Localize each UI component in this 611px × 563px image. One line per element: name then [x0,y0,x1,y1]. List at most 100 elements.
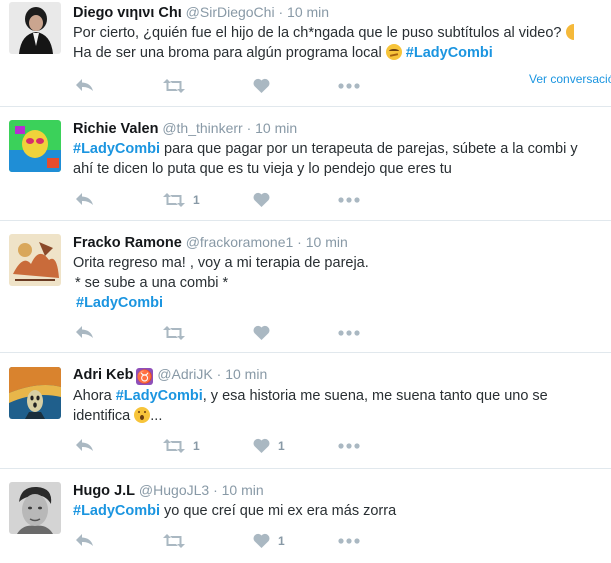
user-handle[interactable]: @HugoJL3 [139,482,209,498]
tweet[interactable]: Richie Valen @th_thinkerr · 10 min #Lady… [0,107,611,221]
tweet-text-line: Por cierto, ¿quién fue el hijo de la ch*… [73,23,611,43]
tweet-actions [75,76,395,96]
time-separator: · [213,482,218,498]
like-button[interactable] [253,190,278,210]
text-segment: ... [150,408,163,424]
tweet-text-line: identifica ... [73,406,611,426]
like-button[interactable]: 1 [253,531,285,551]
text-segment: yo que creí que mi ex era más zorra [160,503,397,519]
reply-icon [76,79,93,91]
retweet-button[interactable] [163,531,193,551]
text-segment: para que pagar por un terapeuta de parej… [160,141,578,157]
reply-button[interactable] [75,531,94,551]
like-button[interactable] [253,323,278,343]
more-button[interactable] [338,531,360,551]
retweet-button[interactable]: 1 [163,436,200,456]
time-separator: · [246,120,252,136]
user-handle[interactable]: @frackoramone1 [186,234,294,250]
timestamp[interactable]: 10 min [306,234,348,250]
reply-button[interactable] [75,436,94,456]
thinking-emoji-icon [385,44,402,60]
like-button[interactable]: 1 [253,436,285,456]
tweet-actions: 1 [75,190,395,210]
user-handle[interactable]: @AdriJK [157,366,212,382]
tweet[interactable]: Diego vιηινι Chι @SirDiegoChi · 10 min P… [0,0,611,107]
tweet-header: Adri Keb ♉ @AdriJK · 10 min [73,365,611,385]
more-button[interactable] [338,76,360,96]
avatar[interactable] [9,367,61,419]
tweet-header: Hugo J.L @HugoJL3 · 10 min [73,481,611,500]
timestamp[interactable]: 10 min [225,366,267,382]
hashtag-link[interactable]: #LadyCombi [73,503,160,519]
heart-icon [253,325,270,340]
hashtag-link[interactable]: #LadyCombi [406,45,493,61]
heart-icon [253,438,270,453]
tweet-actions [75,323,395,343]
more-icon [338,83,360,89]
reply-icon [76,193,93,205]
text-segment: Ahora [73,388,116,404]
retweet-icon [163,193,185,207]
more-button[interactable] [338,436,360,456]
retweet-button[interactable] [163,323,193,343]
more-button[interactable] [338,323,360,343]
tweet-text: Ahora #LadyCombi, y esa historia me suen… [73,386,611,426]
timestamp[interactable]: 10 min [255,120,297,136]
avatar[interactable] [9,234,61,286]
user-fullname[interactable]: Diego vιηινι Chι [73,5,182,21]
tweet-actions: 1 [75,531,395,551]
retweet-button[interactable]: 1 [163,190,200,210]
more-icon [338,538,360,544]
tweet-text-line: Ahora #LadyCombi, y esa historia me suen… [73,386,611,406]
heart-icon [253,78,270,93]
timestamp[interactable]: 10 min [287,4,329,20]
text-segment: Ha de ser una broma para algún programa … [73,45,382,61]
time-separator: · [297,234,302,250]
tweet-text-line: Orita regreso ma! , voy a mi terapia de … [73,255,369,271]
tweet-header: Richie Valen @th_thinkerr · 10 min [73,119,611,138]
reply-icon [76,439,93,451]
text-segment: , y esa historia me suena, me suena tant… [202,388,548,404]
user-handle[interactable]: @SirDiegoChi [186,4,275,20]
avatar[interactable] [9,482,61,534]
retweet-count: 1 [193,439,200,453]
surprised-emoji-icon [134,407,151,423]
like-count: 1 [278,439,285,453]
like-count: 1 [278,534,285,548]
avatar[interactable] [9,2,61,54]
reply-button[interactable] [75,76,94,96]
hashtag-link[interactable]: #LadyCombi [76,295,163,311]
tweet-text-line: #LadyCombi [73,293,611,313]
text-segment: identifica [73,408,131,424]
more-icon [338,330,360,336]
view-conversation-link[interactable]: Ver conversación [529,72,611,86]
reply-button[interactable] [75,190,94,210]
user-fullname[interactable]: Hugo J.L [73,483,135,499]
reply-icon [76,326,93,338]
hashtag-link[interactable]: #LadyCombi [73,141,160,157]
user-fullname[interactable]: Fracko Ramone [73,235,182,251]
tweet-text: #LadyCombi yo que creí que mi ex era más… [73,501,611,521]
more-button[interactable] [338,190,360,210]
reply-button[interactable] [75,323,94,343]
retweet-button[interactable] [163,76,193,96]
hashtag-link[interactable]: #LadyCombi [116,388,203,404]
avatar[interactable] [9,120,61,172]
user-handle[interactable]: @th_thinkerr [162,120,242,136]
like-button[interactable] [253,76,278,96]
tweet-text-line: Ha de ser una broma para algún programa … [73,43,611,63]
tweet-text: Orita regreso ma! , voy a mi terapia de … [73,253,611,313]
retweet-icon [163,79,185,93]
user-fullname[interactable]: Adri Keb [73,367,133,383]
tweet[interactable]: Hugo J.L @HugoJL3 · 10 min #LadyCombi yo… [0,469,611,563]
more-icon [338,197,360,203]
timestamp[interactable]: 10 min [222,482,264,498]
user-fullname[interactable]: Richie Valen [73,121,158,137]
time-separator: · [278,4,284,20]
tweet[interactable]: Adri Keb ♉ @AdriJK · 10 min Ahora #LadyCo… [0,353,611,469]
tweet-header: Diego vιηινι Chι @SirDiegoChi · 10 min [73,3,611,22]
heart-icon [253,192,270,207]
taurus-icon: ♉ [136,368,154,385]
tweet[interactable]: Fracko Ramone @frackoramone1 · 10 min Or… [0,221,611,353]
retweet-count: 1 [193,193,200,207]
